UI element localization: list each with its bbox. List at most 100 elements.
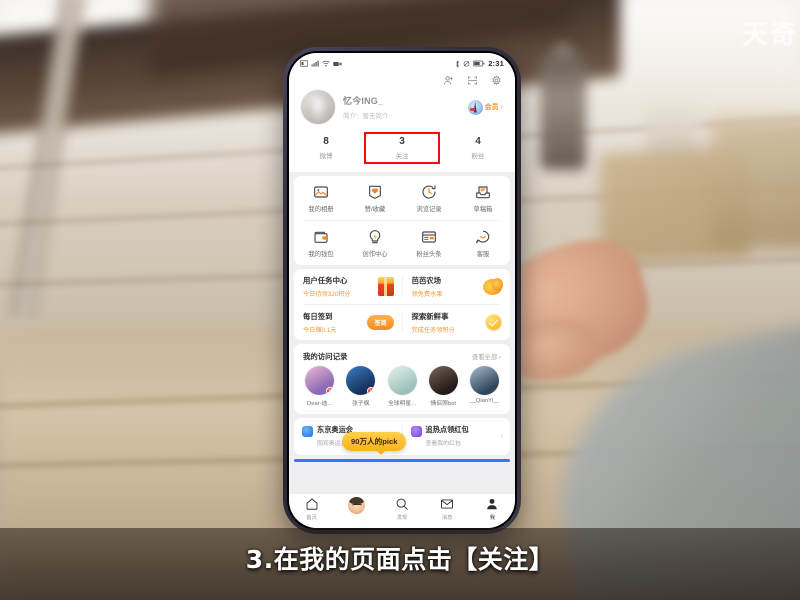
visitor-avatar [387, 366, 417, 395]
promo-user-task-center[interactable]: 用户任务中心 今日待领320积分 [294, 269, 402, 304]
stat-label: 粉丝 [471, 153, 485, 160]
visitor-name: Dear-迪... [307, 401, 333, 407]
profile-stats: 8 微博 3 关注 4 粉丝 [289, 130, 515, 172]
promo-title: 芭芭农场 [411, 276, 442, 285]
visitor-item[interactable]: 情侣照bot [424, 366, 463, 407]
shortcut-label: 赞/收藏 [364, 206, 386, 213]
view-all-link[interactable]: 查看全部 › [472, 352, 501, 361]
visitor-name: 情侣照bot [430, 401, 456, 407]
stat-following[interactable]: 3 关注 [364, 132, 440, 164]
message-icon [441, 499, 454, 509]
profile-username: 忆今ING_ [343, 96, 384, 106]
photo-album-icon [314, 186, 328, 198]
pepper-grinder [540, 52, 586, 170]
vip-emblem-icon [467, 99, 483, 115]
shortcut-drafts[interactable]: 草稿箱 [456, 184, 510, 213]
wifi-icon [322, 60, 330, 67]
shortcut-label: 创作中心 [362, 251, 388, 258]
profile-info: 忆今ING_ 简介：暂无简介 [343, 94, 468, 120]
shortcut-label: 草稿箱 [473, 206, 493, 213]
visitor-avatar [428, 366, 458, 395]
checkin-button[interactable]: 签到 [367, 315, 394, 330]
promo-card: 用户任务中心 今日待领320积分 芭芭农场 领免费水果 每日签到 今日赚0.1元… [294, 269, 510, 340]
avatar-post-icon [348, 497, 366, 514]
tab-profile[interactable]: 我 [470, 497, 515, 521]
header-actions [289, 72, 515, 86]
shortcut-grid-row-1: 我的相册 赞/收藏 浏览记录 草稿箱 [294, 176, 510, 220]
shortcut-wallet[interactable]: 我的钱包 [294, 229, 348, 258]
visitor-item[interactable]: __QianYi__ [465, 366, 504, 407]
stat-label: 关注 [395, 153, 409, 160]
phone-screen: 2:31 忆今ING_ 简介：暂无简介 会员 › 8 微博 3 关注 4 粉丝 … [289, 53, 515, 528]
profile-header: 忆今ING_ 简介：暂无简介 会员 › [289, 86, 515, 130]
tab-discover[interactable]: 发现 [379, 497, 424, 521]
tab-label: 消息 [441, 515, 453, 521]
status-bar: 2:31 [289, 53, 515, 72]
stat-weibo[interactable]: 8 微博 [289, 133, 363, 163]
view-all-label: 查看全部 [471, 354, 498, 361]
watermark: 天奇 [741, 20, 798, 50]
stat-value: 8 [323, 136, 329, 147]
promo-title: 用户任务中心 [303, 276, 348, 285]
promo-title: 探索新鲜事 [411, 312, 449, 321]
status-bar-time: 2:31 [488, 59, 504, 68]
shortcut-label: 浏览记录 [416, 206, 442, 213]
visitor-item[interactable]: V Dear-迪... [300, 366, 339, 407]
chevron-right-icon: › [500, 432, 503, 440]
sim-icon [300, 60, 308, 67]
add-friend-icon[interactable] [443, 75, 454, 86]
promo-subtitle: 今日待领320积分 [303, 291, 351, 298]
blue-progress-bar [294, 459, 510, 462]
promo-daily-checkin[interactable]: 每日签到 今日赚0.1元 签到 [294, 305, 402, 340]
visit-records-card: 我的访问记录 查看全部 › V Dear-迪... V 张子枫 全球明星... … [294, 344, 510, 414]
bottom-promo-card: 东京奥运会 围观奥运，... 追热点领红包 查看我的红包 › 90万人的pick [294, 418, 510, 455]
phone-bezel: 2:31 忆今ING_ 简介：暂无简介 会员 › 8 微博 3 关注 4 粉丝 … [287, 51, 517, 530]
visitor-item[interactable]: V 张子枫 [341, 366, 380, 407]
settings-gear-icon[interactable] [491, 75, 502, 86]
red-gift-icon [377, 277, 394, 296]
signal-icon [311, 60, 319, 67]
visit-records-header: 我的访问记录 查看全部 › [294, 344, 510, 366]
promo-explore-news[interactable]: 探索新鲜事 完成任务领积分 [403, 305, 511, 340]
avatar[interactable] [301, 90, 335, 124]
shortcut-creator-center[interactable]: 创作中心 [348, 229, 402, 258]
qr-scan-icon[interactable] [467, 75, 478, 86]
purple-gift-icon [410, 426, 422, 437]
shortcut-grid-row-2: 我的钱包 创作中心 粉丝头条 客服 [294, 221, 510, 265]
battery-icon [473, 60, 485, 67]
stat-followers[interactable]: 4 粉丝 [441, 133, 515, 163]
shortcut-photo-album[interactable]: 我的相册 [294, 184, 348, 213]
home-icon [306, 498, 318, 510]
verified-badge-icon: V [326, 387, 335, 395]
pepper-grinder-cap [552, 42, 574, 62]
history-clock-icon [422, 185, 436, 199]
verified-badge-icon: V [367, 387, 376, 395]
shortcut-customer-service[interactable]: 客服 [456, 229, 510, 258]
shortcut-like-collect[interactable]: 赞/收藏 [348, 184, 402, 213]
visitor-name: 张子枫 [352, 401, 370, 407]
shortcut-fans-headline[interactable]: 粉丝头条 [402, 229, 456, 258]
tab-message[interactable]: 消息 [425, 497, 470, 521]
shortcut-label: 粉丝头条 [416, 251, 442, 258]
screenshot-stage: 天奇 2:31 忆今ING_ 简介：暂无简介 会员 › 8 微博 3 关注 4 … [0, 0, 800, 600]
visit-records-title: 我的访问记录 [303, 352, 348, 361]
wallet-icon [314, 231, 328, 243]
bottom-promo-redpacket[interactable]: 追热点领红包 查看我的红包 › [403, 418, 511, 455]
fans-headline-icon [422, 231, 436, 243]
visitor-avatar [469, 366, 499, 395]
visit-records-list: V Dear-迪... V 张子枫 全球明星... 情侣照bot __QianY… [294, 366, 510, 414]
tab-home[interactable]: 首页 [289, 497, 334, 521]
promo-baba-farm[interactable]: 芭芭农场 领免费水果 [403, 269, 511, 304]
shortcut-history[interactable]: 浏览记录 [402, 184, 456, 213]
tab-post[interactable] [334, 497, 379, 521]
vip-label: 会员 [484, 104, 499, 111]
visitor-name: 全球明星... [387, 401, 417, 407]
tab-label: 首页 [306, 515, 317, 521]
promo-subtitle: 领免费水果 [411, 291, 443, 298]
vip-entry[interactable]: 会员 › [467, 99, 503, 115]
bottom-tab-bar: 首页 发现 消息 我 [289, 493, 515, 528]
shortcut-label: 客服 [476, 251, 490, 258]
chevron-right-icon: › [498, 354, 501, 361]
visitor-item[interactable]: 全球明星... [382, 366, 421, 407]
promo-subtitle: 完成任务领积分 [411, 327, 455, 334]
